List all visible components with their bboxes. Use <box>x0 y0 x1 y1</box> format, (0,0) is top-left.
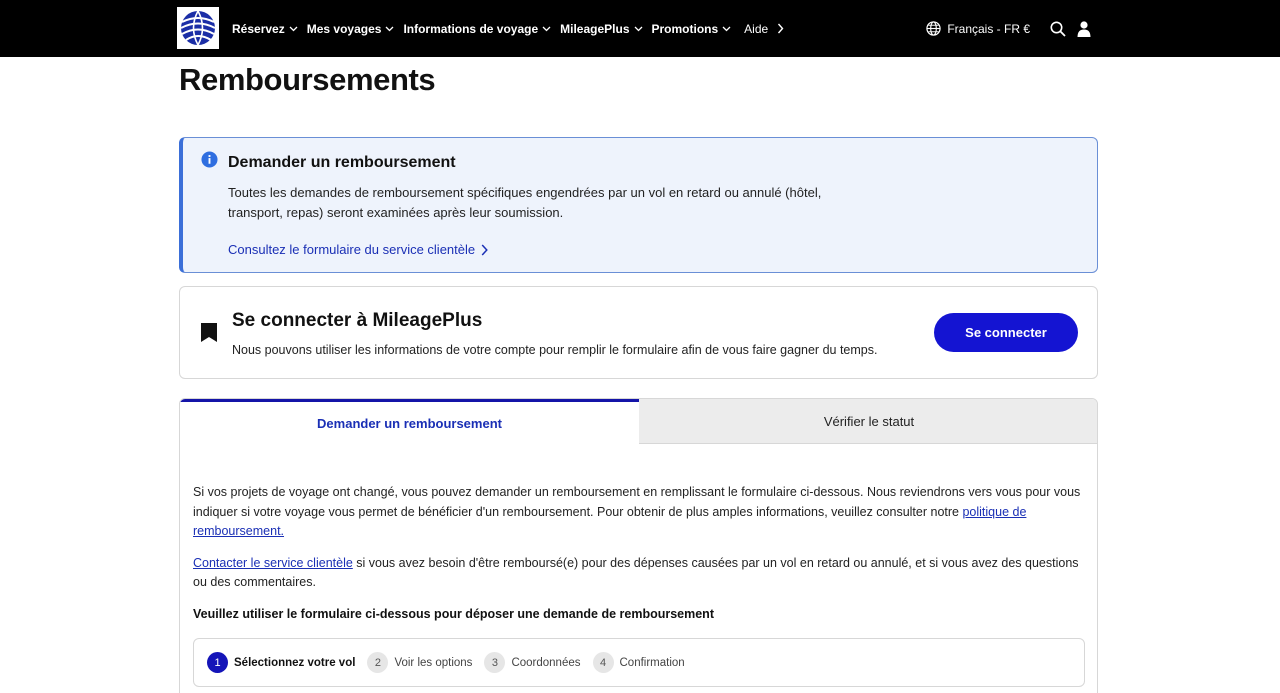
top-navigation: Réservez Mes voyages Informations de voy… <box>0 0 1280 57</box>
nav-item-label: Réservez <box>232 21 285 36</box>
step-number: 2 <box>367 652 389 673</box>
chevron-right-icon <box>778 23 784 34</box>
tab-check-status[interactable]: Vérifier le statut <box>639 399 1097 444</box>
nav-item-promotions[interactable]: Promotions <box>652 22 732 36</box>
nav-item-label: Aide <box>744 21 769 36</box>
step-number: 1 <box>207 652 228 673</box>
nav-item-informations-de-voyage[interactable]: Informations de voyage <box>403 22 551 36</box>
chevron-down-icon <box>634 26 642 31</box>
info-text: Toutes les demandes de remboursement spé… <box>228 185 822 220</box>
nav-item-reservez[interactable]: Réservez <box>232 22 298 36</box>
info-icon <box>201 151 218 168</box>
bookmark-icon <box>201 323 217 342</box>
contact-paragraph: Contacter le service clientèle si vous a… <box>193 554 1088 593</box>
mileageplus-login-card: Se connecter à MileagePlus Nous pouvons … <box>179 286 1098 379</box>
nav-item-label: MileagePlus <box>560 21 630 36</box>
chevron-down-icon <box>722 26 731 31</box>
tab-request-refund[interactable]: Demander un remboursement <box>180 399 639 444</box>
united-logo[interactable] <box>177 7 219 49</box>
contact-customer-service-link[interactable]: Contacter le service clientèle <box>193 556 353 570</box>
step-label: Coordonnées <box>511 656 581 669</box>
chevron-right-icon <box>481 243 488 256</box>
user-icon <box>1077 20 1091 37</box>
page-title: Remboursements <box>179 62 436 97</box>
nav-item-label: Mes voyages <box>306 21 382 36</box>
search-button[interactable] <box>1048 19 1068 39</box>
form-heading: Veuillez utiliser le formulaire ci-desso… <box>193 607 714 621</box>
step-view-options[interactable]: 2 Voir les options <box>367 652 472 673</box>
form-stepper: 1 Sélectionnez votre vol 2 Voir les opti… <box>193 638 1085 687</box>
globe-logo-icon <box>178 8 218 48</box>
step-number: 3 <box>484 652 506 673</box>
refund-intro-text: Si vos projets de voyage ont changé, vou… <box>193 485 1081 519</box>
nav-item-aide[interactable]: Aide <box>744 22 784 36</box>
step-confirmation[interactable]: 4 Confirmation <box>592 652 685 673</box>
step-contact-details[interactable]: 3 Coordonnées <box>484 652 581 673</box>
chevron-down-icon <box>542 26 551 31</box>
language-selector[interactable]: Français - FR € <box>926 21 1030 36</box>
customer-service-form-link[interactable]: Consultez le formulaire du service clien… <box>228 242 488 257</box>
info-link-label: Consultez le formulaire du service clien… <box>228 242 476 257</box>
nav-item-mileageplus[interactable]: MileagePlus <box>560 22 642 36</box>
refund-info-alert: Demander un remboursement Toutes les dem… <box>179 137 1098 273</box>
login-title: Se connecter à MileagePlus <box>232 310 483 331</box>
search-icon <box>1050 21 1066 37</box>
login-description: Nous pouvons utiliser les informations d… <box>232 343 878 357</box>
refund-tabs-panel: Demander un remboursement Vérifier le st… <box>179 398 1098 693</box>
main-menu: Réservez Mes voyages Informations de voy… <box>232 0 793 57</box>
account-button[interactable] <box>1074 19 1094 39</box>
nav-item-label: Informations de voyage <box>403 21 539 36</box>
refund-instructions: Si vos projets de voyage ont changé, vou… <box>193 483 1088 605</box>
step-label: Confirmation <box>619 656 685 669</box>
nav-utilities: Français - FR € <box>926 0 1094 57</box>
nav-item-mes-voyages[interactable]: Mes voyages <box>307 22 395 36</box>
nav-item-label: Promotions <box>651 21 719 36</box>
chevron-down-icon <box>385 26 394 31</box>
step-select-flight[interactable]: 1 Sélectionnez votre vol <box>207 652 355 673</box>
chevron-down-icon <box>289 26 298 31</box>
info-title: Demander un remboursement <box>228 154 456 171</box>
language-label: Français - FR € <box>947 21 1030 36</box>
step-number: 4 <box>592 652 614 673</box>
globe-icon <box>926 21 941 36</box>
step-label: Voir les options <box>394 656 473 669</box>
refund-intro-paragraph: Si vos projets de voyage ont changé, vou… <box>193 483 1088 542</box>
sign-in-button[interactable]: Se connecter <box>934 313 1078 352</box>
step-label: Sélectionnez votre vol <box>234 656 356 669</box>
